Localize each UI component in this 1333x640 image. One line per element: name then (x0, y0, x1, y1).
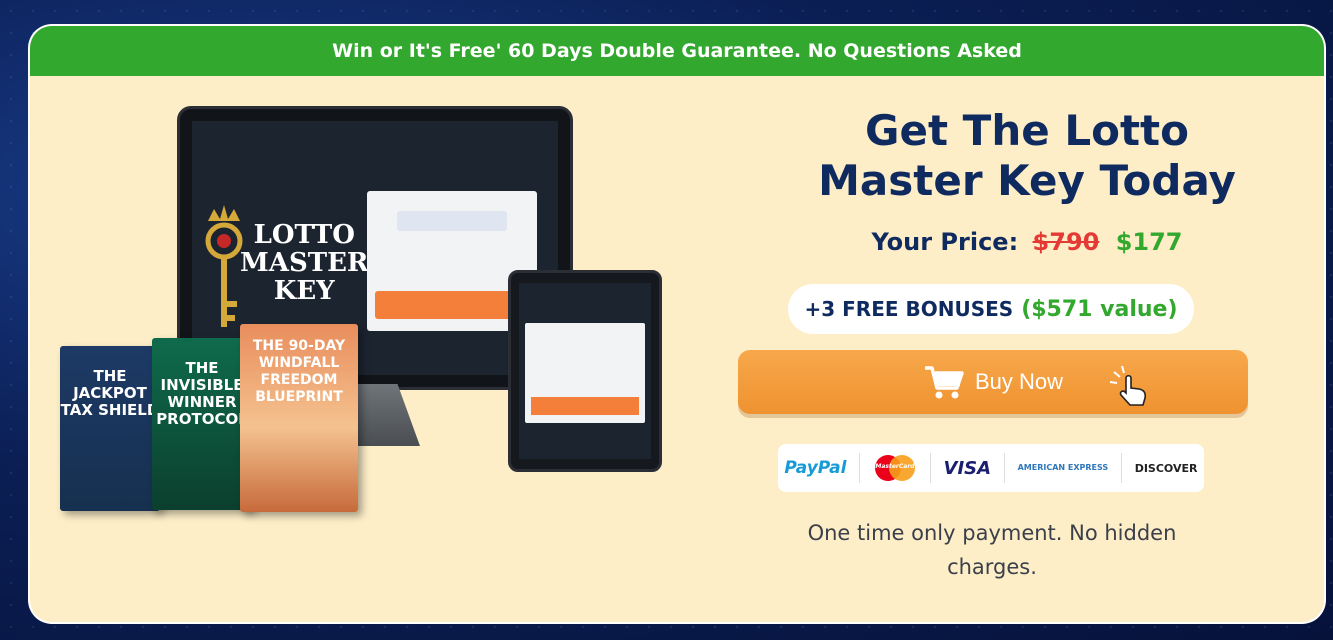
logo-line-2: MASTER (240, 248, 369, 278)
headline-line-1: Get The Lotto (865, 106, 1189, 155)
headline-line-2: Master Key Today (818, 156, 1236, 205)
buy-now-label: Buy Now (974, 369, 1064, 394)
logo-line-3: KEY (273, 276, 335, 306)
price-label: Your Price: (871, 228, 1019, 256)
book-invisible-winner-protocol: THE INVISIBLE WINNER PROTOCOL (152, 338, 252, 510)
tablet-screen (519, 283, 651, 459)
hand-pointer-icon (1109, 365, 1147, 406)
jackpot-bar (375, 291, 529, 319)
book-title: THE 90-DAY WINDFALL FREEDOM BLUEPRINT (252, 338, 346, 405)
old-price: $790 (1032, 228, 1100, 256)
bonus-badge: +3 FREE BONUSES ($571 value) (788, 284, 1194, 334)
paypal-logo: PayPal (784, 458, 846, 478)
guarantee-text: Win or It's Free' 60 Days Double Guarant… (332, 40, 1022, 62)
tablet-mockup (508, 270, 662, 472)
divider (859, 453, 861, 483)
price-line: Your Price: $790 $177 (730, 228, 1324, 256)
offer-panel: Get The Lotto Master Key Today Your Pric… (730, 76, 1324, 622)
discover-logo: DISCOVER (1134, 461, 1198, 475)
book-title: THE JACKPOT TAX SHIELD (60, 367, 160, 419)
tablet-jackpot-bar (531, 397, 639, 415)
bonus-label: +3 FREE BONUSES (804, 297, 1014, 321)
payment-note: One time only payment. No hidden charges… (807, 521, 1177, 579)
visa-logo: VISA (943, 457, 992, 479)
bonus-value: ($571 value) (1021, 296, 1178, 322)
new-price: $177 (1115, 228, 1183, 256)
amex-logo: AMERICAN EXPRESS (1017, 463, 1109, 472)
lotto-master-key-logo: LOTTO MASTER KEY (240, 221, 369, 305)
book-90-day-windfall: THE 90-DAY WINDFALL FREEDOM BLUEPRINT (240, 324, 358, 512)
divider (929, 453, 931, 483)
divider (1120, 453, 1122, 483)
tablet-preview-panel (525, 323, 645, 423)
logo-line-1: LOTTO (253, 220, 355, 250)
book-title: THE INVISIBLE WINNER PROTOCOL (156, 359, 248, 428)
product-mockup-image: LOTTO MASTER KEY THE JACKPOT TAX SHIELD (30, 76, 710, 622)
book-jackpot-tax-shield: THE JACKPOT TAX SHIELD (60, 346, 160, 511)
guarantee-banner: Win or It's Free' 60 Days Double Guarant… (30, 26, 1324, 76)
paypal-label: PayPal (784, 458, 847, 478)
mastercard-label: MasterCard (875, 463, 915, 470)
shopping-cart-icon (924, 366, 964, 399)
divider (1003, 453, 1005, 483)
offer-headline: Get The Lotto Master Key Today (730, 106, 1324, 206)
mastercard-logo: MasterCard (873, 453, 917, 483)
payment-methods: PayPal MasterCard VISA AMERICAN EXPRESS … (778, 444, 1204, 492)
number-balls-row (397, 211, 507, 231)
buy-now-button[interactable]: Buy Now (738, 350, 1248, 414)
offer-card: Win or It's Free' 60 Days Double Guarant… (30, 26, 1324, 622)
